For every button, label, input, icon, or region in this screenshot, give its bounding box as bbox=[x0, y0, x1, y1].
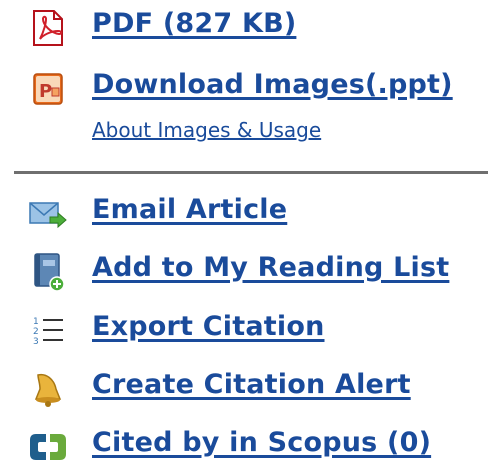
pdf-icon bbox=[26, 6, 70, 50]
add-reading-list-link[interactable]: Add to My Reading List bbox=[92, 252, 449, 283]
pdf-link[interactable]: PDF (827 KB) bbox=[92, 8, 296, 39]
bell-icon bbox=[26, 366, 70, 410]
svg-text:P: P bbox=[39, 81, 52, 102]
email-forward-icon bbox=[26, 192, 70, 236]
powerpoint-icon: P bbox=[26, 67, 70, 111]
cited-by-scopus-link[interactable]: Cited by in Scopus (0) bbox=[92, 427, 431, 458]
svg-text:1: 1 bbox=[33, 317, 39, 327]
section-divider bbox=[14, 171, 488, 174]
scopus-icon bbox=[26, 425, 70, 469]
book-add-icon bbox=[26, 250, 70, 294]
export-citation-link[interactable]: Export Citation bbox=[92, 311, 325, 342]
email-article-link[interactable]: Email Article bbox=[92, 194, 287, 225]
svg-text:2: 2 bbox=[33, 327, 39, 337]
download-images-link[interactable]: Download Images(.ppt) bbox=[92, 69, 453, 100]
create-alert-link[interactable]: Create Citation Alert bbox=[92, 369, 411, 400]
about-images-link[interactable]: About Images & Usage bbox=[92, 118, 321, 142]
svg-text:3: 3 bbox=[33, 337, 39, 347]
numbered-list-icon: 1 2 3 bbox=[26, 309, 70, 353]
